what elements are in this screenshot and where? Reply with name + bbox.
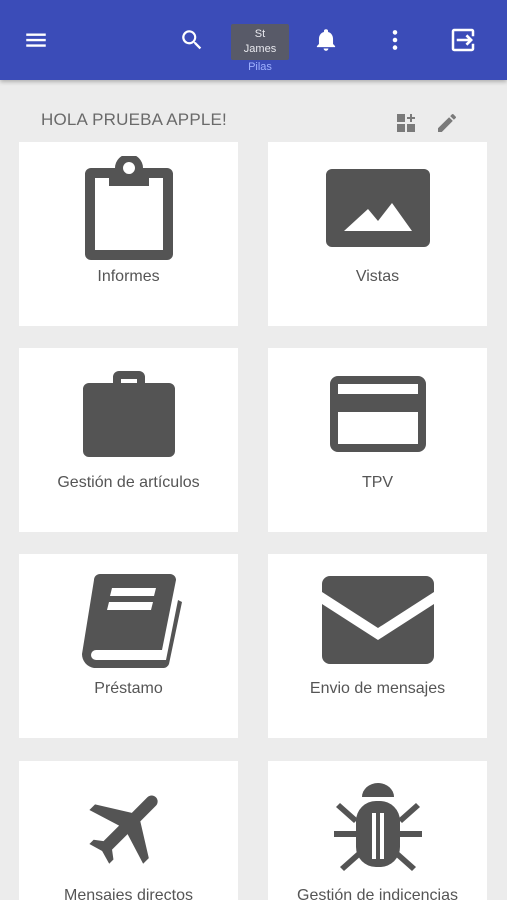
tile-tpv[interactable]: TPV <box>268 348 487 532</box>
menu-icon <box>26 33 46 47</box>
edit-button[interactable] <box>435 111 459 135</box>
envelope-icon <box>321 576 434 664</box>
tile-label: Informes <box>97 268 160 285</box>
bug-icon <box>333 783 422 871</box>
tile-label: Préstamo <box>94 680 163 697</box>
tile-label: Envio de mensajes <box>309 680 446 697</box>
credit-card-icon <box>329 376 426 452</box>
tile-label: Mensajes directos <box>64 887 193 900</box>
tile-envio-mensajes[interactable]: Envio de mensajes <box>268 554 487 738</box>
more-vert-icon <box>392 30 398 50</box>
tile-label: TPV <box>361 474 394 491</box>
tile-prestamo[interactable]: Préstamo <box>19 554 238 738</box>
menu-button[interactable] <box>20 24 52 56</box>
logo-line-1: St <box>254 28 266 40</box>
greeting-row: HOLA PRUEBA APPLE! <box>0 82 507 142</box>
briefcase-icon <box>82 371 175 457</box>
tile-gestion-articulos[interactable]: Gestión de artículos <box>19 348 238 532</box>
bell-icon <box>316 29 336 51</box>
clipboard-icon <box>84 156 173 260</box>
tile-gestion-indicencias[interactable]: Gestión de indicencias <box>268 761 487 900</box>
dashboard-customize-icon <box>397 114 415 132</box>
tile-label: Gestión de artículos <box>57 474 200 491</box>
location-label: Pilas <box>248 61 272 73</box>
school-logo[interactable]: St James <box>231 24 289 60</box>
logout-button[interactable] <box>446 23 480 57</box>
logout-icon <box>451 28 475 52</box>
search-button[interactable] <box>176 24 208 56</box>
book-icon <box>81 574 182 668</box>
top-app-bar: St James Pilas <box>0 0 507 80</box>
greeting-text: HOLA PRUEBA APPLE! <box>41 110 227 129</box>
logo-line-2: James <box>243 43 277 55</box>
tile-vistas[interactable]: Vistas <box>268 142 487 326</box>
search-icon <box>182 30 202 50</box>
more-options-button[interactable] <box>379 24 411 56</box>
tile-informes[interactable]: Informes <box>19 142 238 326</box>
airplane-icon <box>88 795 158 864</box>
tile-label: Vistas <box>355 268 400 285</box>
tile-mensajes-directos[interactable]: Mensajes directos <box>19 761 238 900</box>
notifications-button[interactable] <box>310 24 342 56</box>
edit-pencil-icon <box>438 114 456 132</box>
tile-label: Gestión de indicencias <box>297 887 458 900</box>
image-icon <box>325 169 430 247</box>
customize-dashboard-button[interactable] <box>394 111 418 135</box>
